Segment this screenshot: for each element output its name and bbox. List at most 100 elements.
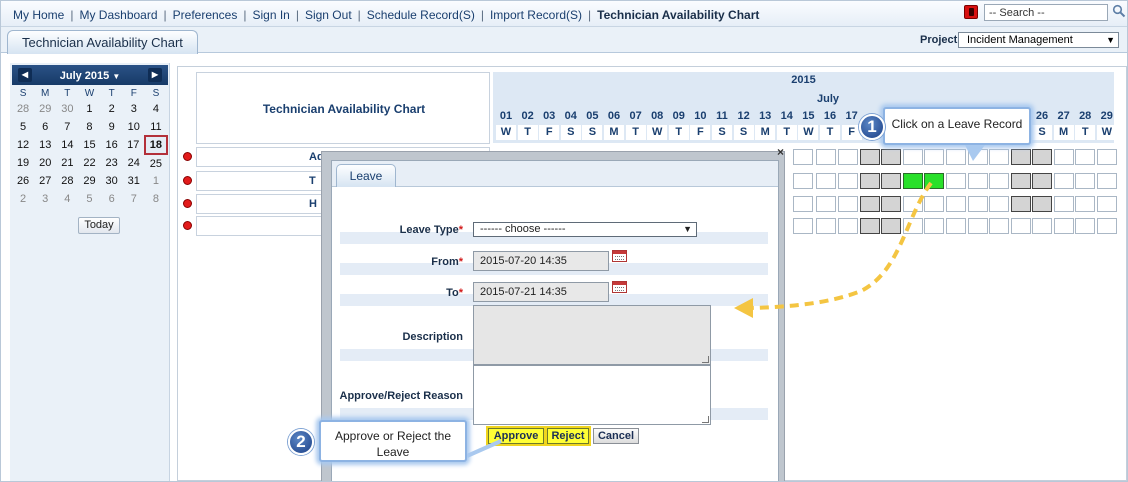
calendar-day[interactable]: 30	[101, 172, 123, 190]
to-datetime-input[interactable]: 2015-07-21 14:35	[473, 282, 609, 302]
calendar-day[interactable]: 11	[145, 118, 167, 136]
calendar-day[interactable]: 20	[34, 154, 56, 172]
nav-my-home[interactable]: My Home	[13, 8, 64, 22]
calendar-day[interactable]: 23	[101, 154, 123, 172]
nav-preferences[interactable]: Preferences	[173, 8, 238, 22]
resize-grip-icon[interactable]	[702, 356, 709, 363]
availability-slot[interactable]	[838, 218, 858, 234]
booked-slot[interactable]	[860, 149, 880, 165]
calendar-month-title[interactable]: July 2015	[60, 70, 110, 82]
calendar-day[interactable]: 14	[56, 136, 78, 154]
availability-slot[interactable]	[946, 196, 966, 212]
leave-record-slot[interactable]	[903, 173, 923, 189]
calendar-day[interactable]: 24	[123, 154, 145, 172]
availability-slot[interactable]	[793, 196, 813, 212]
availability-slot[interactable]	[1097, 196, 1117, 212]
booked-slot[interactable]	[1011, 173, 1031, 189]
nav-sign-in[interactable]: Sign In	[252, 8, 289, 22]
booked-slot[interactable]	[1032, 196, 1052, 212]
calendar-day[interactable]: 6	[34, 118, 56, 136]
calendar-day[interactable]: 15	[78, 136, 100, 154]
availability-slot[interactable]	[946, 173, 966, 189]
nav-my-dashboard[interactable]: My Dashboard	[79, 8, 157, 22]
calendar-day[interactable]: 4	[145, 100, 167, 118]
availability-slot[interactable]	[924, 196, 944, 212]
availability-slot[interactable]	[989, 149, 1009, 165]
calendar-day[interactable]: 10	[123, 118, 145, 136]
availability-slot[interactable]	[1054, 149, 1074, 165]
from-datetime-input[interactable]: 2015-07-20 14:35	[473, 251, 609, 271]
availability-slot[interactable]	[989, 173, 1009, 189]
description-textarea[interactable]	[473, 305, 711, 365]
calendar-day[interactable]: 13	[34, 136, 56, 154]
availability-slot[interactable]	[989, 218, 1009, 234]
calendar-day[interactable]: 26	[12, 172, 34, 190]
availability-slot[interactable]	[989, 196, 1009, 212]
calendar-day[interactable]: 27	[34, 172, 56, 190]
booked-slot[interactable]	[860, 173, 880, 189]
availability-slot[interactable]	[1075, 218, 1095, 234]
calendar-day[interactable]: 22	[78, 154, 100, 172]
calendar-day[interactable]: 9	[101, 118, 123, 136]
calendar-day[interactable]: 2	[101, 100, 123, 118]
booked-slot[interactable]	[860, 196, 880, 212]
booked-slot[interactable]	[860, 218, 880, 234]
nav-schedule-records[interactable]: Schedule Record(S)	[367, 8, 475, 22]
cancel-button[interactable]: Cancel	[593, 428, 639, 444]
availability-slot[interactable]	[1054, 173, 1074, 189]
calendar-day[interactable]: 21	[56, 154, 78, 172]
nav-import-records[interactable]: Import Record(S)	[490, 8, 582, 22]
calendar-day[interactable]: 2	[12, 190, 34, 208]
availability-slot[interactable]	[793, 173, 813, 189]
calendar-day[interactable]: 25	[145, 154, 167, 172]
resize-grip-icon[interactable]	[702, 416, 709, 423]
calendar-day[interactable]: 31	[123, 172, 145, 190]
calendar-day[interactable]: 7	[56, 118, 78, 136]
availability-slot[interactable]	[946, 218, 966, 234]
approve-button[interactable]: Approve	[486, 426, 546, 446]
availability-slot[interactable]	[838, 149, 858, 165]
calendar-day[interactable]: 28	[12, 100, 34, 118]
availability-slot[interactable]	[1011, 218, 1031, 234]
booked-slot[interactable]	[881, 173, 901, 189]
calendar-day[interactable]: 3	[123, 100, 145, 118]
today-button[interactable]: Today	[78, 217, 120, 234]
availability-slot[interactable]	[1054, 218, 1074, 234]
availability-slot[interactable]	[968, 173, 988, 189]
calendar-day[interactable]: 5	[12, 118, 34, 136]
calendar-picker-icon[interactable]	[612, 250, 627, 262]
calendar-day[interactable]: 6	[101, 190, 123, 208]
calendar-day[interactable]: 4	[56, 190, 78, 208]
calendar-day[interactable]: 18	[143, 135, 169, 155]
calendar-day[interactable]: 16	[101, 136, 123, 154]
search-input[interactable]	[984, 4, 1108, 21]
availability-slot[interactable]	[1097, 149, 1117, 165]
approve-reject-reason-textarea[interactable]	[473, 365, 711, 425]
calendar-day[interactable]: 17	[123, 136, 145, 154]
availability-slot[interactable]	[1032, 218, 1052, 234]
availability-slot[interactable]	[968, 218, 988, 234]
availability-slot[interactable]	[903, 218, 923, 234]
booked-slot[interactable]	[1032, 173, 1052, 189]
calendar-day[interactable]: 29	[78, 172, 100, 190]
tab-leave[interactable]: Leave	[336, 164, 396, 187]
leave-record-slot[interactable]	[924, 173, 944, 189]
availability-slot[interactable]	[1097, 218, 1117, 234]
availability-slot[interactable]	[1097, 173, 1117, 189]
next-month-icon[interactable]: ▶	[148, 68, 162, 82]
tab-technician-availability-chart[interactable]: Technician Availability Chart	[7, 30, 198, 54]
availability-slot[interactable]	[838, 173, 858, 189]
booked-slot[interactable]	[881, 218, 901, 234]
close-icon[interactable]: ×	[777, 145, 784, 159]
availability-slot[interactable]	[1075, 173, 1095, 189]
calendar-day[interactable]: 7	[123, 190, 145, 208]
calendar-day[interactable]: 1	[78, 100, 100, 118]
availability-slot[interactable]	[1075, 149, 1095, 165]
calendar-day[interactable]: 19	[12, 154, 34, 172]
calendar-picker-icon[interactable]	[612, 281, 627, 293]
availability-slot[interactable]	[816, 149, 836, 165]
calendar-day[interactable]: 8	[145, 190, 167, 208]
project-select[interactable]: Incident Management ▼	[958, 32, 1119, 48]
calendar-day[interactable]: 29	[34, 100, 56, 118]
leave-type-select[interactable]: ------ choose ------ ▼	[473, 222, 697, 237]
